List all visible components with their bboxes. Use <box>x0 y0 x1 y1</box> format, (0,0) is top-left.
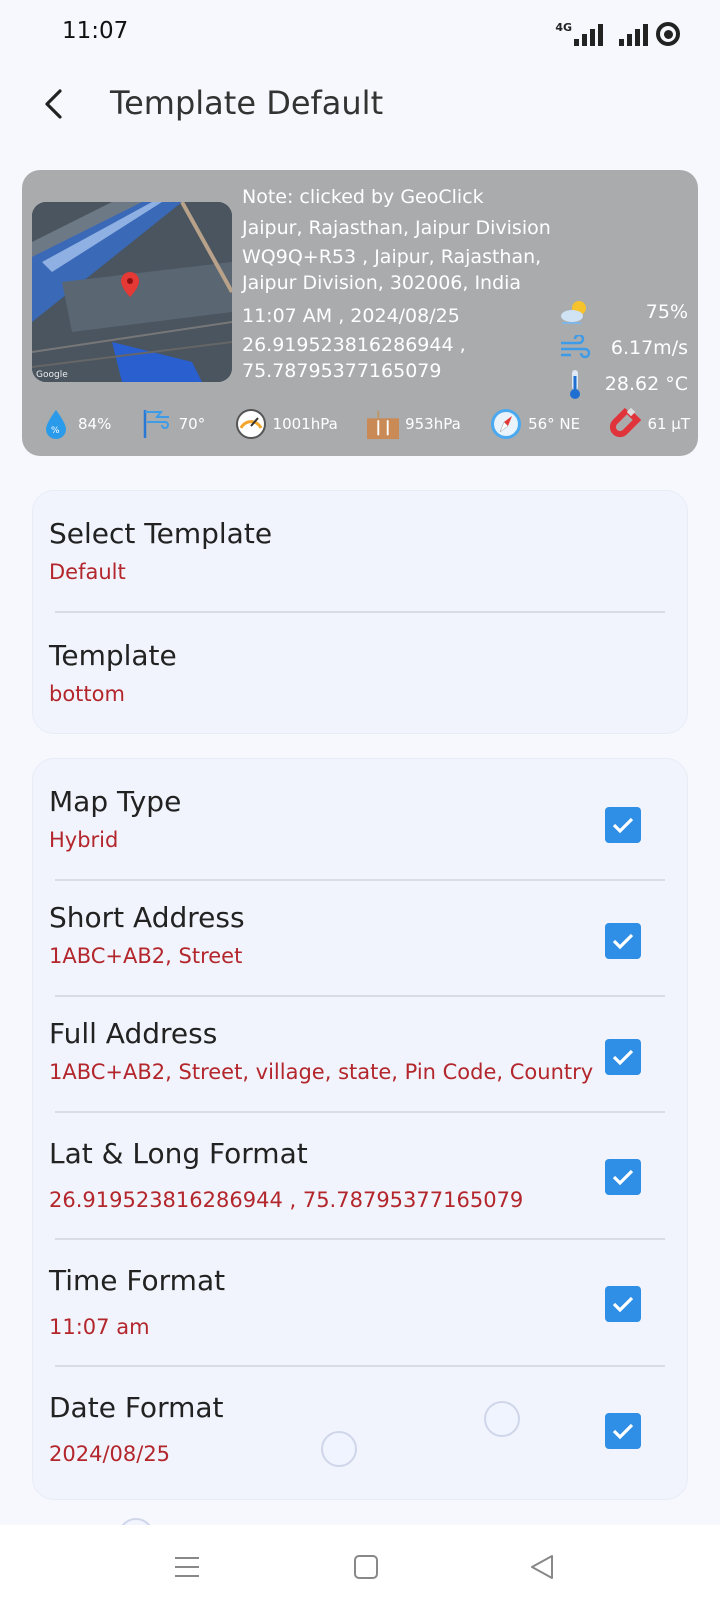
option-title: Map Type <box>49 785 182 818</box>
stamp-note: Note: clicked by GeoClick <box>242 186 484 208</box>
stamp-latitude: 26.919523816286944 , <box>242 334 466 356</box>
thermometer-icon <box>558 369 592 399</box>
template-value: bottom <box>49 682 125 706</box>
option-title: Short Address <box>49 901 245 934</box>
compass-icon <box>490 408 522 440</box>
stamp-preview-card: Google Note: clicked by GeoClick Jaipur,… <box>22 170 698 456</box>
option-value: 1ABC+AB2, Street, village, state, Pin Co… <box>49 1060 594 1084</box>
full-address-checkbox[interactable] <box>605 1039 641 1075</box>
partly-cloudy-icon <box>558 297 592 327</box>
menu-nav-button[interactable] <box>165 1545 209 1589</box>
select-template-row[interactable]: Select Template Default <box>33 491 687 613</box>
chevron-left-icon <box>45 89 62 119</box>
magnet-icon <box>609 408 642 440</box>
home-nav-button[interactable] <box>344 1545 388 1589</box>
option-title: Full Address <box>49 1017 218 1050</box>
signal-icon <box>574 24 603 46</box>
template-label: Template <box>49 639 177 672</box>
pressure-value: 1001hPa <box>272 415 338 433</box>
date-format-checkbox[interactable] <box>605 1413 641 1449</box>
menu-icon <box>175 1557 199 1577</box>
touch-indicator <box>321 1431 357 1467</box>
back-nav-button[interactable] <box>520 1545 564 1589</box>
wind-speed-value: 6.17m/s <box>610 337 688 359</box>
map-attribution: Google <box>36 370 68 380</box>
magnetic-value: 61 μT <box>647 415 690 433</box>
triangle-back-icon <box>531 1555 553 1579</box>
short-address-checkbox[interactable] <box>605 923 641 959</box>
option-value: 1ABC+AB2, Street <box>49 944 243 968</box>
option-row-lat-long-format[interactable]: Lat & Long Format 26.919523816286944 , 7… <box>33 1113 687 1240</box>
option-value: 11:07 am <box>49 1315 150 1339</box>
stamp-short-address: Jaipur, Rajasthan, Jaipur Division <box>242 217 551 239</box>
checkmark-icon <box>612 1049 634 1066</box>
wind-direction-value: 70° <box>178 415 206 433</box>
option-value: Hybrid <box>49 828 119 852</box>
checkmark-icon <box>612 1423 634 1440</box>
altitude-pressure-icon <box>367 408 400 440</box>
select-template-label: Select Template <box>49 517 273 550</box>
network-type-label: 4G <box>555 21 572 34</box>
map-type-checkbox[interactable] <box>605 807 641 843</box>
status-time: 11:07 <box>62 18 129 44</box>
checkmark-icon <box>612 817 634 834</box>
status-icons: 4G <box>555 18 680 46</box>
pressure-gauge-icon <box>235 408 267 440</box>
stamp-longitude: 75.78795377165079 <box>242 360 442 382</box>
option-value: 26.919523816286944 , 75.78795377165079 <box>49 1188 524 1212</box>
checkmark-icon <box>612 1296 634 1313</box>
compass-value: 56° NE <box>528 415 581 433</box>
stamp-full-address-line2: Jaipur Division, 302006, India <box>242 272 522 294</box>
signal-icon-2 <box>619 24 648 46</box>
option-row-map-type[interactable]: Map Type Hybrid <box>33 759 687 881</box>
humidity-icon: % <box>40 408 72 440</box>
template-position-row[interactable]: Template bottom <box>33 613 687 733</box>
square-icon <box>354 1555 378 1579</box>
touch-indicator <box>484 1401 520 1437</box>
option-title: Time Format <box>49 1264 226 1297</box>
svg-text:%: % <box>51 426 60 436</box>
option-row-time-format[interactable]: Time Format 11:07 am <box>33 1240 687 1367</box>
stamp-text-block: Note: clicked by GeoClick Jaipur, Rajast… <box>242 182 582 389</box>
lat-long-format-checkbox[interactable] <box>605 1159 641 1195</box>
option-row-full-address[interactable]: Full Address 1ABC+AB2, Street, village, … <box>33 997 687 1113</box>
sensor-row: % 84% 70° 1001hPa 953hPa 56° NE 61 μT <box>40 408 690 440</box>
checkmark-icon <box>612 1169 634 1186</box>
stamp-full-address-line1: WQ9Q+R53 , Jaipur, Rajasthan, <box>242 246 542 268</box>
wind-direction-icon <box>141 408 173 440</box>
altitude-pressure-value: 953hPa <box>405 415 461 433</box>
template-settings-card: Select Template Default Template bottom <box>32 490 688 734</box>
option-row-date-format[interactable]: Date Format 2024/08/25 <box>33 1367 687 1494</box>
system-nav-bar <box>0 1525 720 1612</box>
time-format-checkbox[interactable] <box>605 1286 641 1322</box>
temperature-value: 28.62 °C <box>604 373 688 395</box>
wind-icon <box>558 333 592 363</box>
option-title: Lat & Long Format <box>49 1137 308 1170</box>
checkmark-icon <box>612 933 634 950</box>
cloud-value: 75% <box>645 301 688 323</box>
status-bar: 11:07 4G <box>0 0 720 64</box>
back-button[interactable] <box>34 84 74 124</box>
humidity-value: 84% <box>78 415 112 433</box>
weather-column: 75% 6.17m/s 28.62 °C <box>558 294 688 402</box>
map-thumbnail: Google <box>32 202 232 382</box>
app-header: Template Default <box>0 70 720 140</box>
option-title: Date Format <box>49 1391 224 1424</box>
option-value: 2024/08/25 <box>49 1442 171 1466</box>
select-template-value: Default <box>49 560 126 584</box>
stamp-datetime: 11:07 AM , 2024/08/25 <box>242 305 460 327</box>
page-title: Template Default <box>110 84 384 122</box>
option-row-short-address[interactable]: Short Address 1ABC+AB2, Street <box>33 881 687 997</box>
stamp-options-card: Map Type Hybrid Short Address 1ABC+AB2, … <box>32 758 688 1500</box>
record-icon <box>656 22 680 46</box>
